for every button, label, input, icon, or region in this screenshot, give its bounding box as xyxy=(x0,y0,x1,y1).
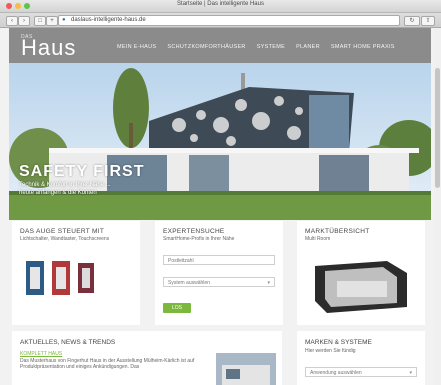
anwendung-select-label: Anwendung auswählen xyxy=(310,370,362,376)
site-logo[interactable]: Haus xyxy=(21,35,76,61)
card-experten-title: EXPERTENSUCHE xyxy=(163,228,225,235)
browser-window: Startseite | Das intelligente Haus ‹ › □… xyxy=(0,0,441,385)
hero-title: SAFETY FIRST xyxy=(19,163,145,180)
system-select[interactable]: System auswählen ▾ xyxy=(163,277,275,287)
news-thumbnail[interactable] xyxy=(216,353,276,385)
card-experten-sub: SmartHome-Profis in Ihrer Nähe xyxy=(163,236,235,242)
hero-subtitle-2: heute anfangen & die Konten xyxy=(19,190,97,196)
reload-icon[interactable]: ↻ xyxy=(404,16,420,26)
switches-image xyxy=(26,261,94,295)
news-link[interactable]: KOMPLETT HAUS xyxy=(20,351,62,357)
nav-item-haeuser[interactable]: SCHUTZKOMFORTHÄUSER xyxy=(167,44,245,50)
card-marken-sub: Hier werden Sie fündig xyxy=(305,348,356,354)
chevron-down-icon: ▾ xyxy=(267,280,270,286)
forward-icon[interactable]: › xyxy=(18,16,30,26)
system-select-label: System auswählen xyxy=(168,280,210,286)
browser-toolbar: ‹ › □ + ● daslaus-intelligente-haus.de ↻… xyxy=(0,13,441,28)
page-scrollbar[interactable] xyxy=(434,28,441,385)
news-text: Das Musterhaus von Fingerhut Haus in der… xyxy=(20,358,195,370)
card-news-title: AKTUELLES, NEWS & TRENDS xyxy=(20,339,116,346)
add-icon[interactable]: + xyxy=(46,16,58,26)
card-auge[interactable]: DAS AUGE STEUERT MIT Lichtschalter, Wand… xyxy=(12,221,140,325)
back-icon[interactable]: ‹ xyxy=(6,16,18,26)
scrollbar-thumb[interactable] xyxy=(435,68,440,188)
hero-subtitle-1: Technik & Komfort in Ihrer Nähe ... xyxy=(19,182,111,188)
window-title: Startseite | Das intelligente Haus xyxy=(177,1,264,7)
device-image xyxy=(315,261,407,313)
card-experten: EXPERTENSUCHE SmartHome-Profis in Ihrer … xyxy=(155,221,283,325)
nav-item-planer[interactable]: PLANER xyxy=(296,44,320,50)
card-marken: MARKEN & SYSTEME Hier werden Sie fündig … xyxy=(297,331,425,385)
url-text: daslaus-intelligente-haus.de xyxy=(71,17,146,23)
anwendung-select[interactable]: Anwendung auswählen ▾ xyxy=(305,367,417,377)
postleitzahl-input[interactable]: Postleitzahl xyxy=(163,255,275,265)
nav-item-praxis[interactable]: SMART HOME PRAXIS xyxy=(331,44,395,50)
main-nav: MEIN E-HAUS SCHUTZKOMFORTHÄUSER SYSTEME … xyxy=(117,44,395,50)
card-news: AKTUELLES, NEWS & TRENDS KOMPLETT HAUS D… xyxy=(12,331,282,385)
nav-item-systeme[interactable]: SYSTEME xyxy=(257,44,285,50)
title-bar: Startseite | Das intelligente Haus xyxy=(0,0,441,13)
go-button[interactable]: LOS GEHT'S xyxy=(163,303,191,321)
site-icon: ● xyxy=(62,17,66,23)
nav-item-mein-e-haus[interactable]: MEIN E-HAUS xyxy=(117,44,156,50)
site-header: DAS Haus MEIN E-HAUS SCHUTZKOMFORTHÄUSER… xyxy=(9,28,431,63)
chevron-down-icon: ▾ xyxy=(409,370,412,376)
reader-icon[interactable]: □ xyxy=(34,16,46,26)
hero-banner[interactable]: SAFETY FIRST Technik & Komfort in Ihrer … xyxy=(9,63,431,220)
card-marken-title: MARKEN & SYSTEME xyxy=(305,339,372,346)
share-icon[interactable]: ⇧ xyxy=(421,16,435,26)
hero-text: SAFETY FIRST Technik & Komfort in Ihrer … xyxy=(19,163,145,197)
address-bar[interactable]: ● daslaus-intelligente-haus.de xyxy=(58,15,400,26)
card-markt[interactable]: MARKTÜBERSICHT Multi Room xyxy=(297,221,425,325)
